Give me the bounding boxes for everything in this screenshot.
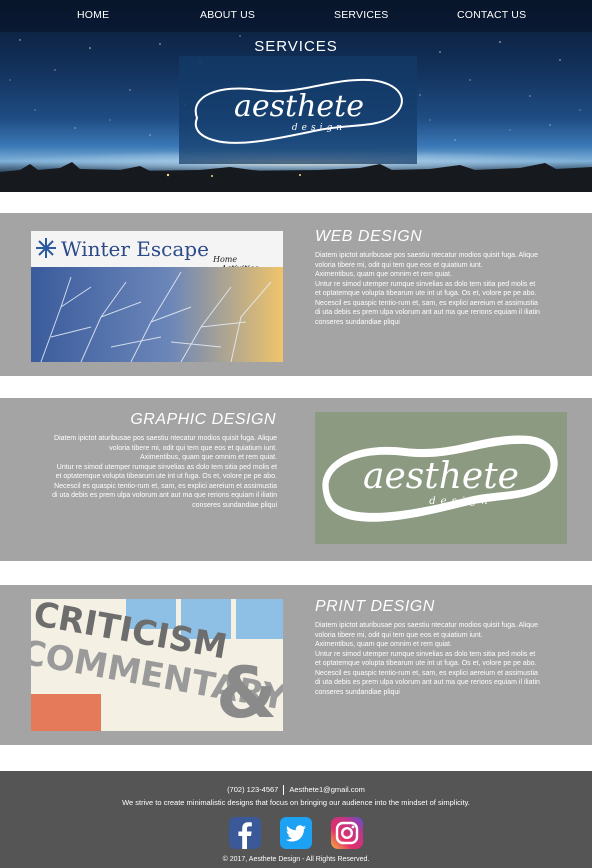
svg-text:aesthete: aesthete	[363, 456, 519, 497]
criticism-commentary-graphic: CRITICISM COMMENTARY &	[31, 599, 283, 731]
winter-trees-photo	[31, 267, 283, 362]
facebook-icon	[229, 817, 261, 849]
web-design-section: Winter Escape Home Activities WEB DESIGN…	[0, 213, 592, 376]
criticism-commentary-image: CRITICISM COMMENTARY &	[31, 599, 283, 731]
footer-separator	[283, 785, 285, 796]
aesthete-green-logo-icon: aesthete design	[322, 435, 558, 522]
winter-escape-caption: Winter Escape	[61, 237, 209, 261]
svg-text:aesthete: aesthete	[234, 89, 364, 124]
facebook-button[interactable]	[229, 817, 261, 849]
web-design-paragraph-2: Aximentibus, quam que omnim et rem quiat…	[315, 271, 452, 278]
footer-email-link[interactable]: Aesthete1@gmail.com	[289, 785, 365, 794]
aesthete-logo-icon: aesthete design	[194, 78, 403, 144]
twitter-button[interactable]	[280, 817, 312, 849]
graphic-design-title: GRAPHIC DESIGN	[130, 411, 276, 428]
footer-phone: (702) 123-4567	[227, 785, 279, 794]
svg-text:design: design	[292, 123, 346, 133]
graphic-design-paragraph-1: Diatem ipictot aturibusae pos saestiu nt…	[54, 435, 277, 452]
graphic-design-paragraph-3: Untur re simod utemper rumque sinvelias …	[52, 463, 277, 509]
nav-about-link[interactable]: ABOUT US	[200, 9, 255, 21]
web-design-paragraph-3: Untur re simod utemper rumque sinvelias …	[315, 280, 540, 326]
print-design-section: CRITICISM COMMENTARY & PRINT DESIGN Diat…	[0, 585, 592, 745]
graphic-design-paragraph-2: Aximentibus, quam que omnim et rem quiat…	[140, 454, 277, 461]
twitter-icon	[280, 817, 312, 849]
nav-services-link[interactable]: SERVICES	[334, 9, 389, 21]
web-design-body: Diatem ipictot aturibusae pos saestiu nt…	[315, 251, 540, 327]
nav-home-link[interactable]: HOME	[77, 9, 109, 21]
image-nav-home: Home	[213, 255, 238, 264]
web-design-title: WEB DESIGN	[315, 228, 423, 245]
footer-tagline: We strive to create minimalistic designs…	[122, 798, 470, 807]
footer-contact: (702) 123-4567 Aesthete1@gmail.com	[0, 785, 592, 796]
nav-contact-link[interactable]: CONTACT US	[457, 9, 526, 21]
print-design-paragraph-3: Untur re simod utemper rumque sinvelias …	[315, 650, 540, 696]
print-design-title: PRINT DESIGN	[315, 598, 435, 615]
print-design-paragraph-1: Diatem ipictot aturibusae pos saestiu nt…	[315, 622, 538, 639]
page-title: SERVICES	[254, 38, 338, 55]
footer-copyright: © 2017, Aesthete Design - All Rights Res…	[222, 856, 370, 863]
print-design-body: Diatem ipictot aturibusae pos saestiu nt…	[315, 621, 540, 697]
instagram-button[interactable]	[331, 817, 363, 849]
winter-escape-image: Winter Escape Home Activities	[31, 231, 283, 362]
snowflake-icon	[36, 238, 56, 258]
footer: (702) 123-4567 Aesthete1@gmail.com We str…	[0, 771, 592, 868]
hero-banner: HOME ABOUT US SERVICES CONTACT US SERVIC…	[0, 0, 592, 192]
instagram-icon	[331, 817, 363, 849]
graphic-design-body: Diatem ipictot aturibusae pos saestiu nt…	[52, 434, 277, 510]
svg-text:design: design	[429, 496, 493, 507]
svg-text:&: &	[216, 652, 277, 731]
print-design-paragraph-2: Aximentibus, quam que omnim et rem quiat…	[315, 641, 452, 648]
hero-logo: aesthete design	[179, 56, 417, 164]
top-nav: HOME ABOUT US SERVICES CONTACT US	[0, 0, 592, 32]
graphic-design-section: GRAPHIC DESIGN Diatem ipictot aturibusae…	[0, 398, 592, 561]
web-design-paragraph-1: Diatem ipictot aturibusae pos saestiu nt…	[315, 252, 538, 269]
aesthete-logo-image: aesthete design	[315, 412, 567, 544]
